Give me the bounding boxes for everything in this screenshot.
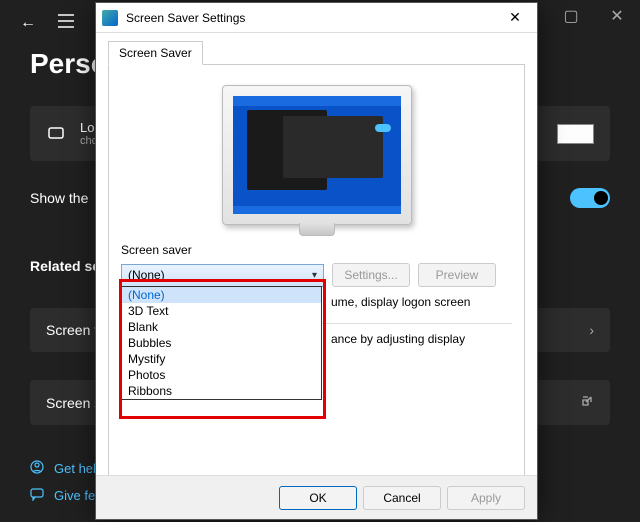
chevron-down-icon: ▾ (312, 270, 317, 281)
dialog-footer: OK Cancel Apply (96, 475, 537, 519)
dropdown-selected: (None) (128, 268, 165, 282)
settings-button[interactable]: Settings... (332, 263, 410, 287)
monitor-preview (222, 85, 412, 225)
chevron-right-icon: › (589, 322, 594, 338)
close-button[interactable]: ✕ (594, 0, 640, 32)
apply-button[interactable]: Apply (447, 486, 525, 510)
dialog-title: Screen Saver Settings (126, 11, 499, 25)
dropdown-option[interactable]: Ribbons (122, 383, 321, 399)
dialog-titlebar: Screen Saver Settings ✕ (96, 3, 537, 33)
tab-screen-saver[interactable]: Screen Saver (108, 41, 203, 65)
screensaver-dropdown[interactable]: (None) ▾ (121, 264, 324, 287)
cancel-button[interactable]: Cancel (363, 486, 441, 510)
maximize-button[interactable]: ▢ (548, 0, 594, 32)
ok-button[interactable]: OK (279, 486, 357, 510)
dropdown-option[interactable]: (None) (122, 287, 321, 303)
screensaver-dropdown-list[interactable]: (None)3D TextBlankBubblesMystifyPhotosRi… (121, 286, 322, 400)
resume-label: ume, display logon screen (331, 295, 512, 309)
chevron-down-icon: ⌄ (581, 129, 589, 140)
screen-saver-dialog: Screen Saver Settings ✕ Screen Saver Scr… (95, 2, 538, 520)
dropdown-option[interactable]: Bubbles (122, 335, 321, 351)
toggle-switch[interactable] (570, 188, 610, 208)
menu-icon[interactable] (58, 14, 74, 33)
dialog-close-button[interactable]: ✕ (499, 6, 531, 30)
dropdown-option[interactable]: Blank (122, 319, 321, 335)
preview-button[interactable]: Preview (418, 263, 496, 287)
card-value[interactable]: ar⌄ (557, 124, 594, 144)
lock-screen-icon (46, 124, 66, 144)
dialog-icon (102, 10, 118, 26)
power-management-desc: ance by adjusting display (331, 332, 512, 346)
dropdown-option[interactable]: Mystify (122, 351, 321, 367)
feedback-icon (30, 487, 44, 504)
dropdown-option[interactable]: Photos (122, 367, 321, 383)
tab-panel: Screen saver (None) ▾ Settings... Previe… (108, 64, 525, 484)
dropdown-option[interactable]: 3D Text (122, 303, 321, 319)
external-link-icon (580, 394, 594, 411)
toggle-label: Show the (30, 190, 88, 206)
help-icon (30, 460, 44, 477)
back-button[interactable]: ← (20, 14, 36, 32)
screensaver-group-label: Screen saver (121, 243, 512, 257)
